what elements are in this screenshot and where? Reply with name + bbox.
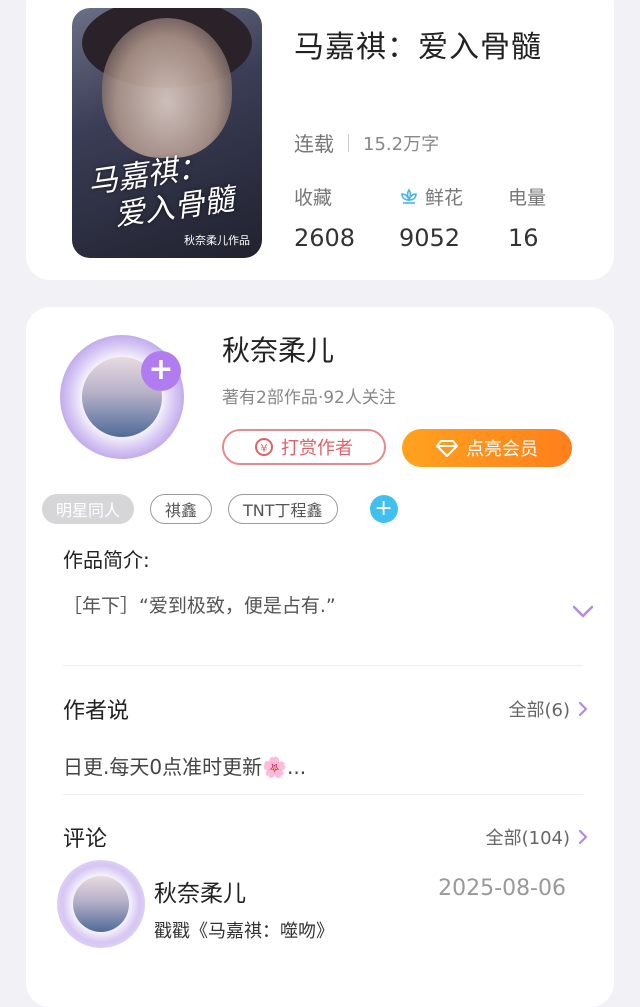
tip-author-label: 打赏作者 (281, 438, 353, 459)
divider (63, 794, 583, 795)
author-say-all-link[interactable]: 全部(6) (509, 696, 589, 722)
stat-power[interactable]: 电量 16 (508, 183, 546, 252)
stat-flowers-value: 9052 (399, 224, 461, 252)
author-say-label: 作者说 (63, 699, 130, 724)
cover-portrait (102, 18, 232, 158)
flower-icon (401, 188, 417, 204)
stat-power-label: 电量 (508, 187, 547, 209)
tip-author-button[interactable]: ¥ 打赏作者 (222, 429, 386, 465)
tag-item[interactable]: 明星同人 (42, 494, 135, 524)
comment-date: 2025-08-06 (438, 876, 566, 901)
intro-text: ［年下］“爱到极致，便是占有.” (63, 595, 336, 617)
chevron-right-icon (578, 829, 588, 845)
serial-status: 连载 (294, 132, 334, 156)
author-details-card: + 秋奈柔儿 著有2部作品·92人关注 ¥ 打赏作者 点亮会员 明星同人 祺鑫 … (26, 307, 614, 1007)
diamond-icon (436, 440, 458, 457)
comment-text[interactable]: 戳戳《马嘉祺：噬吻》 (154, 917, 334, 943)
tag-item[interactable]: TNT丁程鑫 (228, 494, 338, 524)
divider (348, 133, 349, 152)
follow-plus-icon[interactable]: + (141, 351, 181, 391)
chevron-right-icon (578, 701, 588, 717)
author-say-all-label: 全部(6) (508, 700, 571, 721)
comment-author-name[interactable]: 秋奈柔儿 (154, 874, 246, 908)
word-count: 15.2万字 (363, 133, 440, 155)
book-cover-image[interactable]: 马嘉祺： 爱入骨髓 秋奈柔儿作品 (72, 8, 262, 258)
coin-icon: ¥ (255, 438, 273, 456)
comments-all-label: 全部(104) (485, 828, 570, 849)
author-meta: 著有2部作品·92人关注 (222, 388, 396, 408)
author-say-text: 日更.每天0点准时更新🌸... (63, 755, 307, 779)
tag-item[interactable]: 祺鑫 (150, 494, 213, 524)
tag-list: 明星同人 祺鑫 TNT丁程鑫 + (42, 494, 398, 524)
book-info-card: 马嘉祺： 爱入骨髓 秋奈柔儿作品 马嘉祺：爱入骨髓 连载 15.2万字 收藏 2… (26, 0, 614, 280)
stat-favorites[interactable]: 收藏 2608 (294, 183, 355, 252)
stat-flowers[interactable]: 鲜花 9052 (399, 183, 463, 252)
vip-button[interactable]: 点亮会员 (402, 429, 572, 467)
book-title: 马嘉祺：爱入骨髓 (294, 30, 542, 65)
comments-label: 评论 (63, 827, 108, 852)
cover-author-text: 秋奈柔儿作品 (184, 234, 250, 247)
cover-title-art: 马嘉祺： 爱入骨髓 (85, 149, 237, 234)
chevron-down-icon[interactable] (572, 605, 594, 619)
stat-favorites-label: 收藏 (294, 187, 333, 209)
comments-all-link[interactable]: 全部(104) (486, 824, 588, 850)
comment-avatar[interactable] (57, 860, 145, 948)
book-status-row: 连载 15.2万字 (294, 128, 439, 157)
vip-label: 点亮会员 (466, 439, 538, 460)
intro-label: 作品简介: (63, 548, 150, 572)
stat-flowers-label-row: 鲜花 (399, 183, 463, 210)
stat-flowers-label: 鲜花 (425, 187, 464, 209)
avatar-photo (73, 876, 129, 932)
stat-favorites-value: 2608 (294, 224, 356, 252)
author-name[interactable]: 秋奈柔儿 (222, 329, 334, 369)
add-tag-plus-icon[interactable]: + (369, 495, 398, 523)
stat-power-value: 16 (508, 224, 539, 252)
divider (63, 665, 583, 666)
